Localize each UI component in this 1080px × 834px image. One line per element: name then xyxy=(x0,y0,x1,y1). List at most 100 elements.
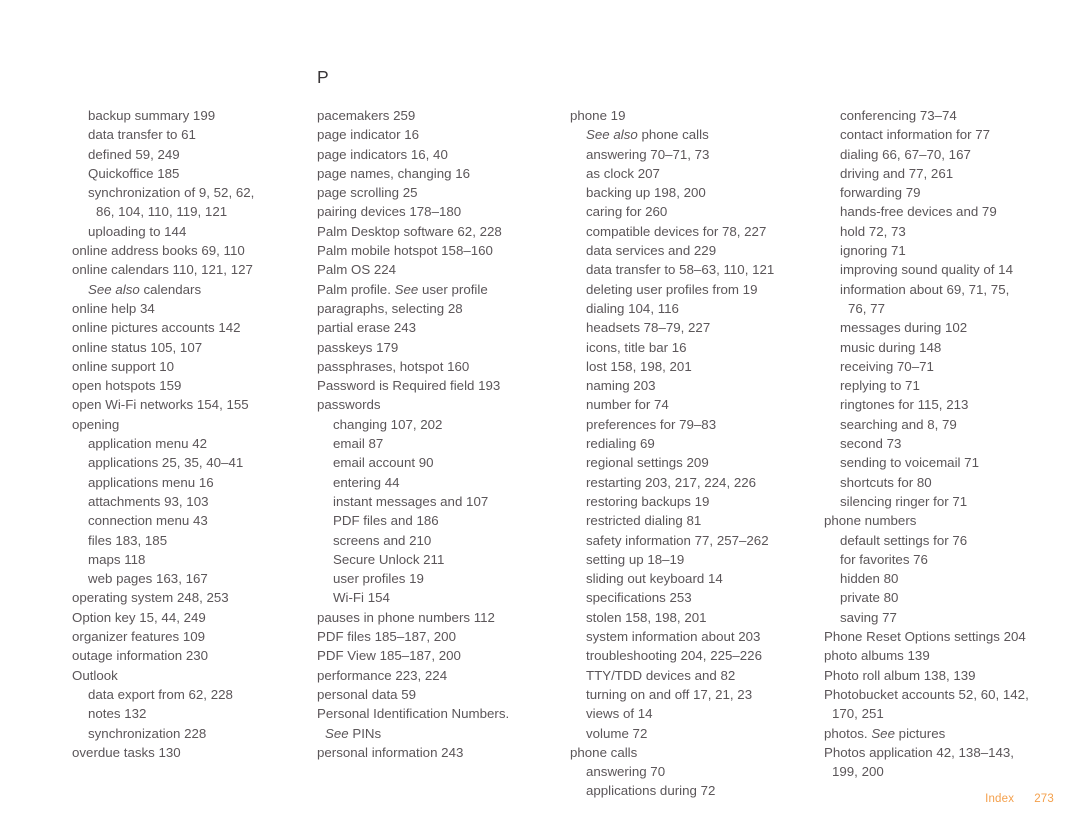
index-entry: volume 72 xyxy=(586,725,648,741)
index-entry: restoring backups 19 xyxy=(586,493,710,509)
index-entry: Palm Desktop software 62, 228 xyxy=(317,223,502,239)
index-entry: open Wi-Fi networks 154, 155 xyxy=(72,397,249,413)
footer-section-label: Index xyxy=(985,793,1015,805)
index-entry: answering 70–71, 73 xyxy=(586,146,710,162)
letter-heading-column-3 xyxy=(570,68,818,87)
xref-see-label: See xyxy=(325,725,349,741)
index-entry: receiving 70–71 xyxy=(840,358,934,374)
xref-prefix: Palm profile. xyxy=(317,281,395,297)
index-entry: Palm mobile hotspot 158–160 xyxy=(317,243,493,259)
index-entry: restarting 203, 217, 224, 226 xyxy=(586,474,757,490)
xref-target: user profile xyxy=(418,281,488,297)
index-entry: applications 25, 35, 40–41 xyxy=(88,455,244,471)
index-cross-reference: See also phone calls xyxy=(570,125,818,144)
index-entry: uploading to 144 xyxy=(88,223,187,239)
index-entry: user profiles 19 xyxy=(333,571,424,587)
index-entry: phone 19 xyxy=(570,108,626,123)
index-entry: online status 105, 107 xyxy=(72,339,203,355)
index-entry: default settings for 76 xyxy=(840,532,968,548)
index-entry: naming 203 xyxy=(586,378,656,394)
index-entry: page indicator 16 xyxy=(317,127,420,143)
index-entry: application menu 42 xyxy=(88,436,208,452)
index-entry: maps 118 xyxy=(88,551,146,567)
index-entry: Photobucket accounts 52, 60, 142, xyxy=(824,686,1029,702)
index-entry: pacemakers 259 xyxy=(317,108,416,123)
index-entry: forwarding 79 xyxy=(840,185,921,201)
index-entry: pairing devices 178–180 xyxy=(317,204,462,220)
index-entry: private 80 xyxy=(840,590,899,606)
index-entry: passwords xyxy=(317,397,381,413)
index-entry: deleting user profiles from 19 xyxy=(586,281,758,297)
index-entry: ringtones for 115, 213 xyxy=(840,397,969,413)
index-entry: screens and 210 xyxy=(333,532,432,548)
xref-prefix: photos. xyxy=(824,725,872,741)
index-entry: changing 107, 202 xyxy=(333,416,443,432)
index-column-1: backup summary 199 data transfer to 61 def… xyxy=(72,68,308,762)
letter-heading-column-1 xyxy=(72,68,308,87)
index-entry: PDF files 185–187, 200 xyxy=(317,629,456,645)
index-entry: 76, 77 xyxy=(848,300,885,316)
letter-heading-column-4 xyxy=(824,68,1054,87)
index-entry: PDF View 185–187, 200 xyxy=(317,648,461,664)
index-entry: caring for 260 xyxy=(586,204,668,220)
index-entry: redialing 69 xyxy=(586,436,655,452)
index-entry: organizer features 109 xyxy=(72,629,206,645)
xref-see-label: See also xyxy=(88,281,140,297)
index-entry: PDF files and 186 xyxy=(333,513,439,529)
index-entry: stolen 158, 198, 201 xyxy=(586,609,707,625)
index-entry: Phone Reset Options settings 204 xyxy=(824,629,1026,645)
index-entry: 199, 200 xyxy=(832,764,884,780)
index-entry: hold 72, 73 xyxy=(840,223,906,239)
index-column-2: P pacemakers 259 page indicator 16 page in… xyxy=(317,67,557,762)
index-entry: online support 10 xyxy=(72,358,175,374)
letter-heading-column-2: P xyxy=(317,67,329,87)
index-entry: applications menu 16 xyxy=(88,474,214,490)
index-entry: 170, 251 xyxy=(832,706,884,722)
index-entry: Quickoffice 185 xyxy=(88,165,180,181)
index-column-3: phone 19 See also phone calls answering 70… xyxy=(570,68,818,801)
index-entry: Photo roll album 138, 139 xyxy=(824,667,976,683)
index-entry: lost 158, 198, 201 xyxy=(586,358,692,374)
index-entry: silencing ringer for 71 xyxy=(840,493,968,509)
index-entry: synchronization of 9, 52, 62, xyxy=(88,185,255,201)
index-entry: contact information for 77 xyxy=(840,127,991,143)
index-entry: Personal Identification Numbers. xyxy=(317,706,510,722)
index-entry: Password is Required field 193 xyxy=(317,378,501,394)
index-entry: 86, 104, 110, 119, 121 xyxy=(96,204,228,220)
index-entry: hands-free devices and 79 xyxy=(840,204,997,220)
index-cross-reference: Palm profile. See user profile xyxy=(317,280,557,299)
index-entry: sending to voicemail 71 xyxy=(840,455,979,471)
index-entry: turning on and off 17, 21, 23 xyxy=(586,686,753,702)
xref-see-label: See also xyxy=(586,127,638,143)
index-entry: passphrases, hotspot 160 xyxy=(317,358,470,374)
index-entry: safety information 77, 257–262 xyxy=(586,532,769,548)
index-entry: paragraphs, selecting 28 xyxy=(317,300,463,316)
index-entry: phone calls xyxy=(570,744,638,760)
index-entry: Outlook xyxy=(72,667,118,683)
index-entry: system information about 203 xyxy=(586,629,761,645)
xref-target: phone calls xyxy=(637,127,709,143)
index-entry: second 73 xyxy=(840,436,902,452)
index-entry: messages during 102 xyxy=(840,320,968,336)
index-entry: hidden 80 xyxy=(840,571,899,587)
index-entry: improving sound quality of 14 xyxy=(840,262,1013,278)
index-entry: regional settings 209 xyxy=(586,455,709,471)
index-entry: searching and 8, 79 xyxy=(840,416,957,432)
index-entry: files 183, 185 xyxy=(88,532,168,548)
index-entry: Wi-Fi 154 xyxy=(333,590,390,606)
index-entry: data transfer to 58–63, 110, 121 xyxy=(586,262,775,278)
index-entry: data services and 229 xyxy=(586,243,717,259)
index-entry: backup summary 199 xyxy=(88,108,216,123)
index-entry: headsets 78–79, 227 xyxy=(586,320,711,336)
index-cross-reference: See PINs xyxy=(317,724,557,743)
page-footer: Index 273 xyxy=(0,791,1080,811)
index-entry: passkeys 179 xyxy=(317,339,399,355)
entry-list-column-2: pacemakers 259 page indicator 16 page indi… xyxy=(317,106,557,762)
index-entry: dialing 104, 116 xyxy=(586,300,679,316)
index-entry: data transfer to 61 xyxy=(88,127,196,143)
index-entry: page names, changing 16 xyxy=(317,165,471,181)
index-entry: shortcuts for 80 xyxy=(840,474,932,490)
index-entry: as clock 207 xyxy=(586,165,660,181)
index-entry: data export from 62, 228 xyxy=(88,686,233,702)
index-column-4: conferencing 73–74 contact information fo… xyxy=(824,68,1054,781)
